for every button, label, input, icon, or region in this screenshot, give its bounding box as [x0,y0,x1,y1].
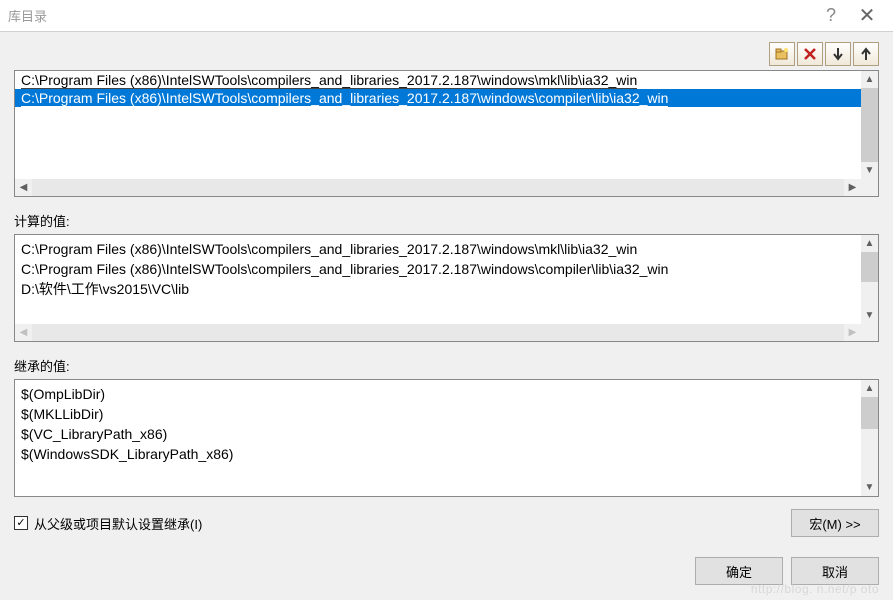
list-item: $(WindowsSDK_LibraryPath_x86) [21,444,855,464]
scroll-corner [861,324,878,341]
directories-listbox[interactable]: C:\Program Files (x86)\IntelSWTools\comp… [14,70,879,197]
scroll-track[interactable] [32,179,844,196]
scroll-thumb[interactable] [861,397,878,429]
list-item-text: C:\Program Files (x86)\IntelSWTools\comp… [21,90,668,107]
inherited-items: $(OmpLibDir) $(MKLLibDir) $(VC_LibraryPa… [15,380,861,496]
list-item: $(VC_LibraryPath_x86) [21,424,855,444]
scroll-thumb[interactable] [861,88,878,162]
delete-x-icon [802,46,818,62]
vertical-scrollbar[interactable]: ▲ ▼ [861,235,878,324]
dialog-body: C:\Program Files (x86)\IntelSWTools\comp… [0,32,893,585]
list-item[interactable]: C:\Program Files (x86)\IntelSWTools\comp… [15,71,861,89]
evaluated-listbox: C:\Program Files (x86)\IntelSWTools\comp… [14,234,879,342]
list-item[interactable]: C:\Program Files (x86)\IntelSWTools\comp… [15,89,861,107]
scroll-left-icon: ◀ [15,324,32,341]
macros-button[interactable]: 宏(M) >> [791,509,879,537]
new-line-button[interactable] [769,42,795,66]
help-button[interactable]: ? [813,5,849,26]
titlebar: 库目录 ? ✕ [0,0,893,32]
window-title: 库目录 [8,6,813,25]
dialog-buttons: 确定 取消 [14,557,879,585]
list-item: D:\软件\工作\vs2015\VC\lib [21,279,855,299]
scroll-left-icon[interactable]: ◀ [15,179,32,196]
scroll-up-icon[interactable]: ▲ [861,71,878,88]
checkbox-icon: ✓ [14,516,28,530]
horizontal-scrollbar[interactable]: ◀ ▶ [15,179,861,196]
arrow-up-icon [858,46,874,62]
directories-items: C:\Program Files (x86)\IntelSWTools\comp… [15,71,861,179]
scroll-down-icon[interactable]: ▼ [861,162,878,179]
arrow-down-icon [830,46,846,62]
close-button[interactable]: ✕ [849,3,885,28]
inherit-checkbox[interactable]: ✓ 从父级或项目默认设置继承(I) [14,514,202,533]
cancel-button[interactable]: 取消 [791,557,879,585]
scroll-down-icon[interactable]: ▼ [861,479,878,496]
scroll-corner [861,179,878,196]
horizontal-scrollbar: ◀ ▶ [15,324,861,341]
folder-new-icon [774,46,790,62]
scroll-right-icon[interactable]: ▶ [844,179,861,196]
scroll-up-icon[interactable]: ▲ [861,380,878,397]
delete-button[interactable] [797,42,823,66]
evaluated-items: C:\Program Files (x86)\IntelSWTools\comp… [15,235,861,324]
list-item: C:\Program Files (x86)\IntelSWTools\comp… [21,239,855,259]
list-item: C:\Program Files (x86)\IntelSWTools\comp… [21,259,855,279]
list-toolbar [14,42,879,66]
list-item-text: C:\Program Files (x86)\IntelSWTools\comp… [21,72,637,89]
vertical-scrollbar[interactable]: ▲ ▼ [861,71,878,179]
move-down-button[interactable] [825,42,851,66]
inherit-checkbox-label: 从父级或项目默认设置继承(I) [34,514,202,533]
vertical-scrollbar[interactable]: ▲ ▼ [861,380,878,496]
scroll-thumb[interactable] [861,252,878,282]
inherited-label: 继承的值: [14,356,879,375]
list-item: $(OmpLibDir) [21,384,855,404]
scroll-down-icon[interactable]: ▼ [861,307,878,324]
inherited-listbox: $(OmpLibDir) $(MKLLibDir) $(VC_LibraryPa… [14,379,879,497]
list-item: $(MKLLibDir) [21,404,855,424]
scroll-up-icon[interactable]: ▲ [861,235,878,252]
move-up-button[interactable] [853,42,879,66]
evaluated-label: 计算的值: [14,211,879,230]
options-row: ✓ 从父级或项目默认设置继承(I) 宏(M) >> [14,509,879,537]
ok-button[interactable]: 确定 [695,557,783,585]
scroll-right-icon: ▶ [844,324,861,341]
scroll-track [32,324,844,341]
